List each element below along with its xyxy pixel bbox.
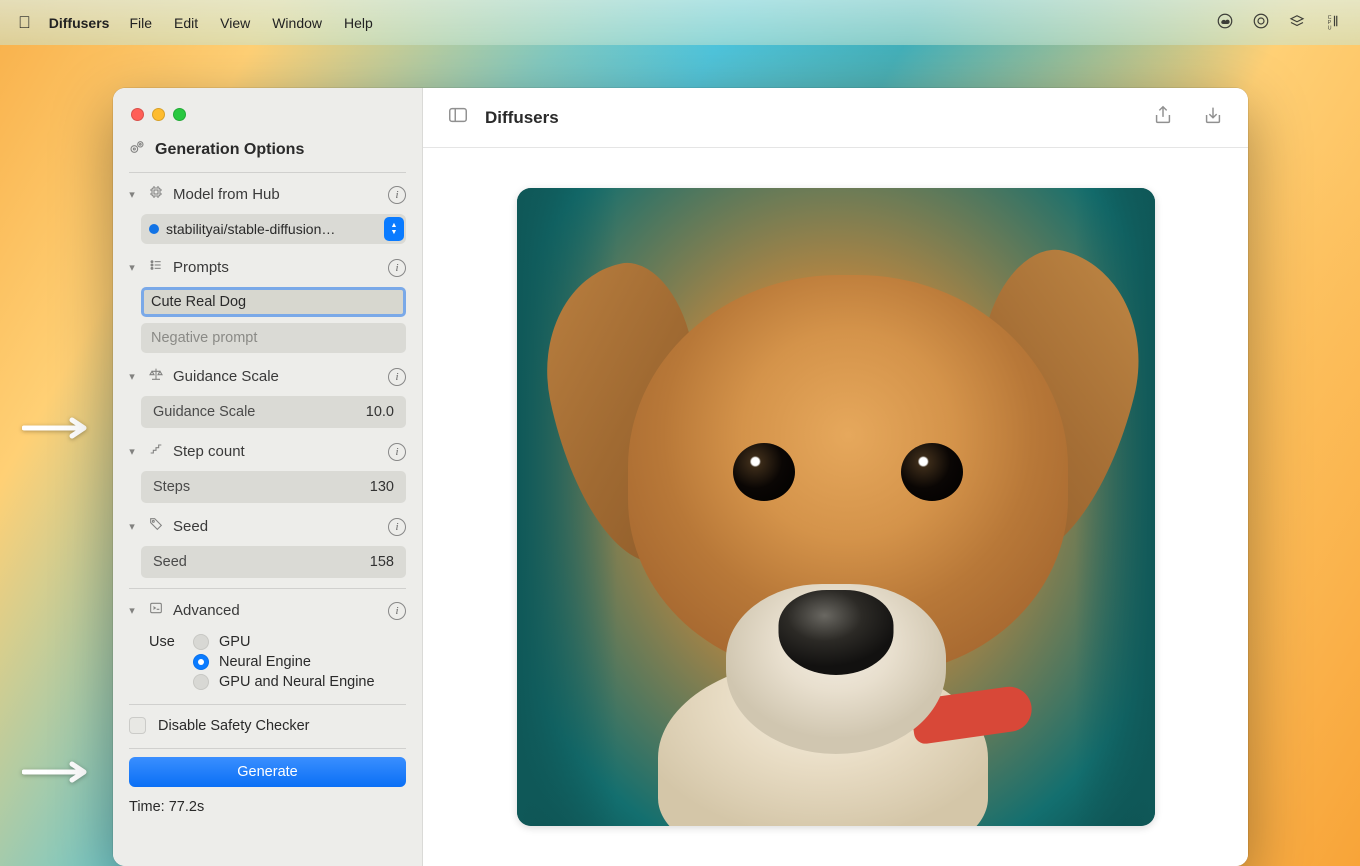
group-guidance[interactable]: ▾ Guidance Scale i [113, 359, 422, 394]
guidance-slider-row[interactable]: Guidance Scale 10.0 [141, 396, 406, 428]
info-icon[interactable]: i [388, 368, 406, 386]
apple-menu-icon[interactable]:  [18, 13, 31, 33]
svg-text:U: U [1328, 25, 1332, 30]
group-steps-label: Step count [173, 443, 380, 460]
radio-label-gpu-and-ne: GPU and Neural Engine [219, 674, 375, 690]
radio-icon [193, 634, 209, 650]
macos-menubar:  Diffusers File Edit View Window Help C… [0, 0, 1360, 45]
generate-button[interactable]: Generate [129, 757, 406, 787]
chevron-down-icon: ▾ [125, 604, 139, 617]
radio-label-gpu: GPU [219, 634, 250, 650]
info-icon[interactable]: i [388, 602, 406, 620]
window-zoom-button[interactable] [173, 108, 186, 121]
compute-radio-gpu-and-ne[interactable]: GPU and Neural Engine [149, 672, 406, 692]
menu-view[interactable]: View [220, 15, 250, 31]
annotation-arrow-guidance [22, 410, 92, 449]
disable-safety-checkbox[interactable]: Disable Safety Checker [113, 709, 422, 744]
menu-window[interactable]: Window [272, 15, 322, 31]
generation-time-label: Time: 77.2s [113, 793, 422, 825]
status-meter-icon[interactable]: CPU [1324, 12, 1342, 33]
window-minimize-button[interactable] [152, 108, 165, 121]
seed-value: 158 [370, 554, 394, 570]
content-pane: Diffusers [423, 88, 1248, 866]
prompt-input[interactable] [141, 287, 406, 317]
window-traffic-lights [113, 102, 422, 139]
group-model[interactable]: ▾ Model from Hub i [113, 177, 422, 212]
creative-cloud-icon[interactable] [1216, 12, 1234, 33]
group-model-label: Model from Hub [173, 186, 380, 203]
chip-icon [147, 184, 165, 205]
sidebar-title: Generation Options [155, 141, 304, 159]
app-window: Generation Options ▾ Model from Hub i st… [113, 88, 1248, 866]
chevron-down-icon: ▾ [125, 520, 139, 533]
download-icon[interactable] [1202, 104, 1224, 131]
disable-safety-label: Disable Safety Checker [158, 718, 310, 734]
group-advanced-label: Advanced [173, 602, 380, 619]
group-guidance-label: Guidance Scale [173, 368, 380, 385]
radio-icon [193, 674, 209, 690]
model-select[interactable]: stabilityai/stable-diffusion… ▲▼ [141, 214, 406, 244]
sidebar: Generation Options ▾ Model from Hub i st… [113, 88, 423, 866]
menu-edit[interactable]: Edit [174, 15, 198, 31]
app-menu[interactable]: Diffusers [49, 15, 110, 31]
chevron-down-icon: ▾ [125, 370, 139, 383]
chevron-down-icon: ▾ [125, 445, 139, 458]
group-advanced[interactable]: ▾ Advanced i [113, 593, 422, 628]
guidance-label: Guidance Scale [153, 404, 255, 420]
seed-slider-row[interactable]: Seed 158 [141, 546, 406, 578]
scale-icon [147, 366, 165, 387]
steps-slider-row[interactable]: Steps 130 [141, 471, 406, 503]
model-status-dot [149, 224, 159, 234]
steps-value: 130 [370, 479, 394, 495]
chevron-down-icon: ▾ [125, 188, 139, 201]
use-label: Use [149, 634, 183, 650]
annotation-arrow-safety [22, 754, 92, 793]
window-close-button[interactable] [131, 108, 144, 121]
menu-help[interactable]: Help [344, 15, 373, 31]
status-circle-icon[interactable] [1252, 12, 1270, 33]
compute-radio-gpu[interactable]: Use GPU [149, 632, 406, 652]
steps-label: Steps [153, 479, 190, 495]
select-updown-icon: ▲▼ [384, 217, 404, 241]
generated-image[interactable] [517, 188, 1155, 826]
sidebar-toggle-icon[interactable] [447, 104, 469, 131]
radio-label-neural-engine: Neural Engine [219, 654, 311, 670]
group-steps[interactable]: ▾ Step count i [113, 434, 422, 469]
tag-icon [147, 516, 165, 537]
group-prompts[interactable]: ▾ Prompts i [113, 250, 422, 285]
info-icon[interactable]: i [388, 259, 406, 277]
share-icon[interactable] [1152, 104, 1174, 131]
toolbar-title: Diffusers [485, 108, 559, 128]
negative-prompt-input[interactable] [141, 323, 406, 353]
info-icon[interactable]: i [388, 443, 406, 461]
info-icon[interactable]: i [388, 518, 406, 536]
terminal-icon [147, 600, 165, 621]
info-icon[interactable]: i [388, 186, 406, 204]
list-icon [147, 257, 165, 278]
group-prompts-label: Prompts [173, 259, 380, 276]
model-selected-name: stabilityai/stable-diffusion… [166, 221, 384, 237]
menu-file[interactable]: File [129, 15, 152, 31]
seed-label: Seed [153, 554, 187, 570]
chevron-down-icon: ▾ [125, 261, 139, 274]
stairs-icon [147, 441, 165, 462]
status-stack-icon[interactable] [1288, 12, 1306, 33]
gears-icon [129, 139, 145, 160]
content-toolbar: Diffusers [423, 88, 1248, 148]
group-seed-label: Seed [173, 518, 380, 535]
radio-icon [193, 654, 209, 670]
checkbox-icon [129, 717, 146, 734]
compute-radio-neural-engine[interactable]: Neural Engine [149, 652, 406, 672]
group-seed[interactable]: ▾ Seed i [113, 509, 422, 544]
guidance-value: 10.0 [366, 404, 394, 420]
